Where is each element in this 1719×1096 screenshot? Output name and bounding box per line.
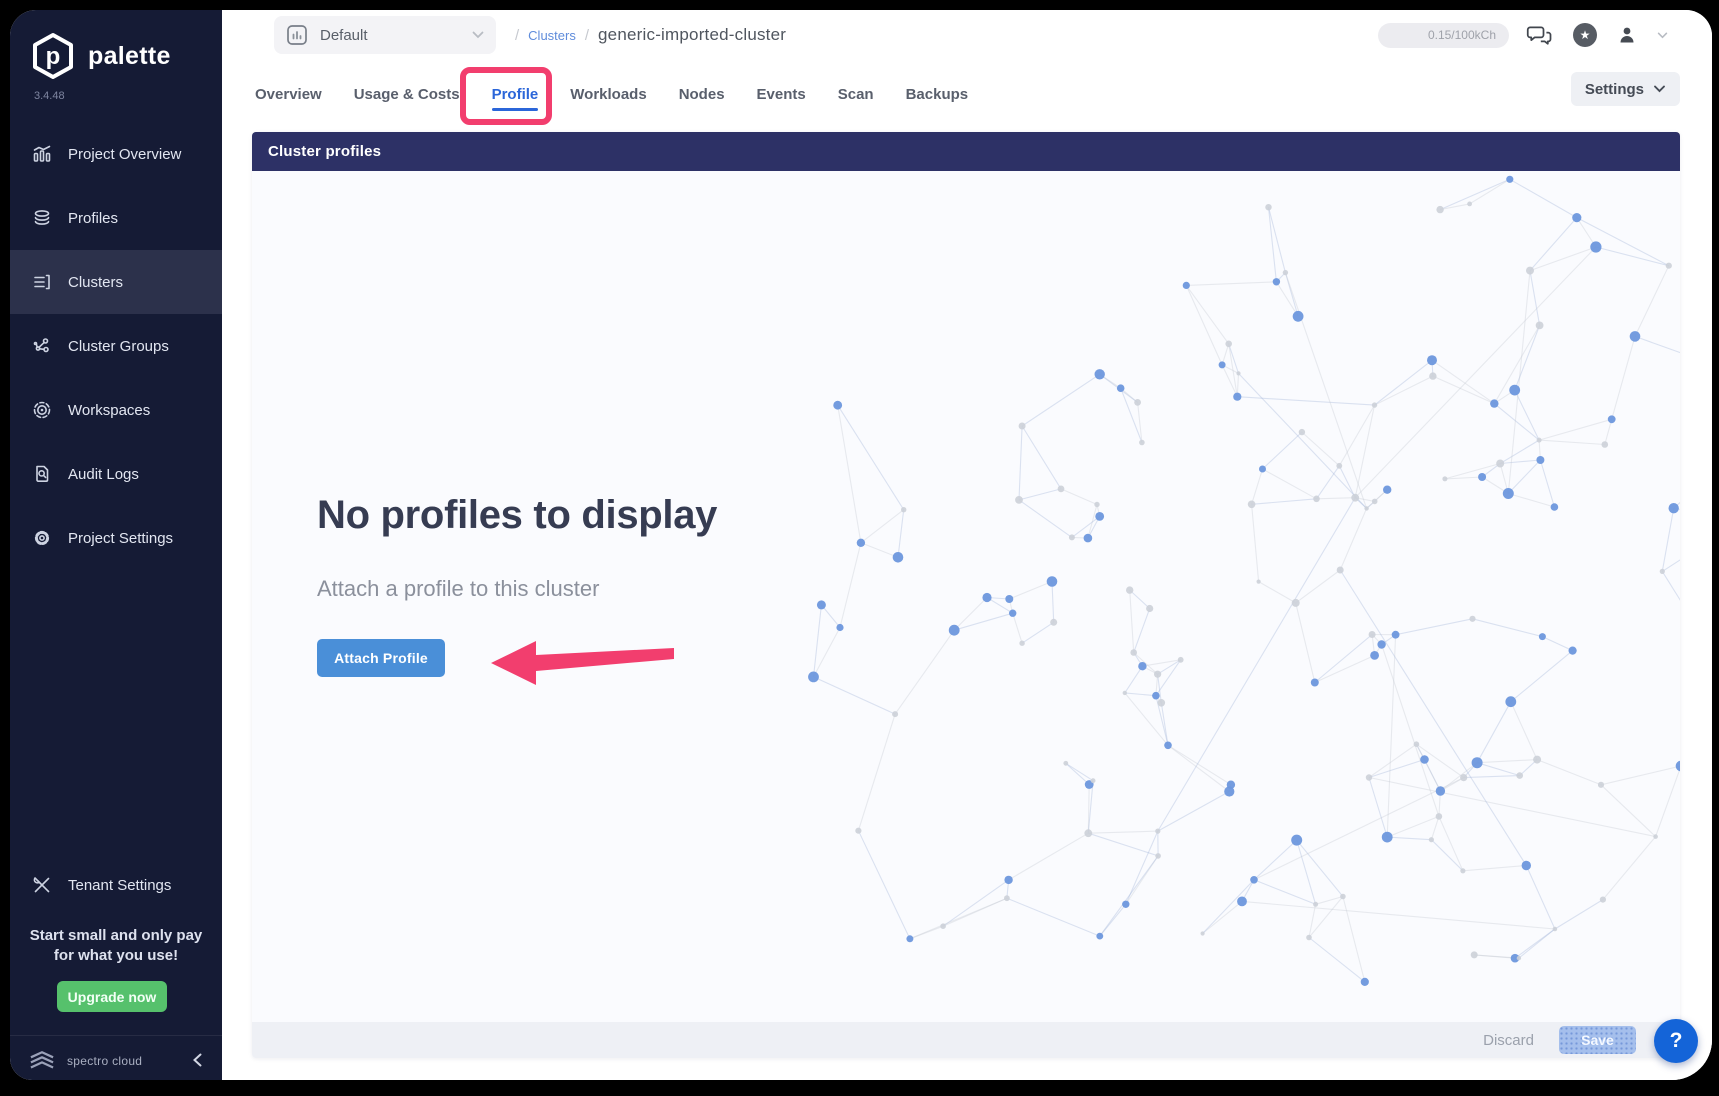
spectro-cloud-brand: spectro cloud bbox=[67, 1054, 142, 1068]
project-selector-value: Default bbox=[320, 27, 368, 44]
chevron-down-icon bbox=[1657, 32, 1668, 39]
svg-text:p: p bbox=[46, 43, 61, 70]
tab-scan[interactable]: Scan bbox=[838, 72, 874, 117]
sidebar-item-cluster-groups[interactable]: Cluster Groups bbox=[10, 314, 222, 378]
main-area: Default / Clusters / generic-imported-cl… bbox=[222, 10, 1712, 1080]
project-settings-icon bbox=[32, 528, 52, 548]
sidebar-item-label: Project Settings bbox=[68, 530, 173, 547]
cluster-tabbar: Overview Usage & Costs Profile Workloads… bbox=[222, 68, 1712, 120]
usage-pill: 0.15/100kCh bbox=[1378, 23, 1509, 48]
breadcrumb-separator: / bbox=[515, 27, 519, 44]
brand-name: palette bbox=[88, 42, 171, 71]
chat-bubbles-icon bbox=[1526, 23, 1554, 47]
topbar-right: 0.15/100kCh ★ bbox=[1378, 10, 1670, 60]
sidebar-item-label: Workspaces bbox=[68, 402, 150, 419]
sidebar-nav: Project Overview Profiles Clusters bbox=[10, 122, 222, 570]
audit-logs-icon bbox=[32, 464, 52, 484]
project-overview-icon bbox=[32, 144, 52, 164]
tab-nodes[interactable]: Nodes bbox=[679, 72, 725, 117]
sidebar-item-tenant-settings[interactable]: Tenant Settings bbox=[10, 853, 222, 917]
tab-workloads[interactable]: Workloads bbox=[570, 72, 646, 117]
sidebar-collapse-button[interactable] bbox=[189, 1049, 206, 1074]
cluster-groups-icon bbox=[32, 336, 52, 356]
sidebar-item-clusters[interactable]: Clusters bbox=[10, 250, 222, 314]
sidebar-item-audit-logs[interactable]: Audit Logs bbox=[10, 442, 222, 506]
breadcrumb: / Clusters / generic-imported-cluster bbox=[515, 10, 786, 60]
empty-state-title: No profiles to display bbox=[317, 491, 717, 539]
breadcrumb-current-cluster: generic-imported-cluster bbox=[598, 25, 786, 45]
brand-logo: p palette bbox=[30, 32, 171, 80]
sidebar-item-label: Clusters bbox=[68, 274, 123, 291]
settings-button-label: Settings bbox=[1585, 81, 1644, 98]
tab-backups[interactable]: Backups bbox=[906, 72, 969, 117]
project-selector[interactable]: Default bbox=[274, 16, 496, 54]
promo-text: Start small and only pay for what you us… bbox=[10, 926, 222, 966]
breadcrumb-separator: / bbox=[585, 27, 589, 44]
settings-button[interactable]: Settings bbox=[1571, 72, 1680, 106]
user-icon bbox=[1616, 24, 1638, 46]
panel-action-bar: Discard Save bbox=[252, 1022, 1680, 1058]
project-chart-icon bbox=[286, 24, 308, 46]
app-window: p palette 3.4.48 Project Overview Profil… bbox=[10, 10, 1712, 1080]
attach-profile-button[interactable]: Attach Profile bbox=[317, 639, 445, 677]
sidebar-item-workspaces[interactable]: Workspaces bbox=[10, 378, 222, 442]
sidebar-item-profiles[interactable]: Profiles bbox=[10, 186, 222, 250]
help-button[interactable]: ? bbox=[1654, 1019, 1698, 1063]
sidebar-item-project-overview[interactable]: Project Overview bbox=[10, 122, 222, 186]
sidebar-item-project-settings[interactable]: Project Settings bbox=[10, 506, 222, 570]
workspaces-icon bbox=[32, 400, 52, 420]
sidebar-item-label: Project Overview bbox=[68, 146, 181, 163]
breadcrumb-link-clusters[interactable]: Clusters bbox=[528, 28, 576, 43]
chevron-left-icon bbox=[193, 1053, 202, 1067]
sidebar-item-label: Cluster Groups bbox=[68, 338, 169, 355]
cluster-profiles-panel: Cluster profiles No profiles to display … bbox=[252, 132, 1680, 1058]
tab-profile[interactable]: Profile bbox=[492, 72, 539, 117]
sidebar-item-label: Audit Logs bbox=[68, 466, 139, 483]
promo-line-2: for what you use! bbox=[10, 946, 222, 966]
clusters-icon bbox=[32, 272, 52, 292]
tab-events[interactable]: Events bbox=[757, 72, 806, 117]
sidebar-footer: spectro cloud bbox=[10, 1042, 222, 1080]
upgrade-now-button[interactable]: Upgrade now bbox=[57, 981, 167, 1012]
tab-overview[interactable]: Overview bbox=[255, 72, 322, 117]
profiles-icon bbox=[32, 208, 52, 228]
user-menu-chevron-button[interactable] bbox=[1655, 30, 1670, 41]
chevron-down-icon bbox=[1653, 85, 1666, 93]
sidebar-item-label: Profiles bbox=[68, 210, 118, 227]
promo-line-1: Start small and only pay bbox=[10, 926, 222, 946]
app-version: 3.4.48 bbox=[34, 90, 65, 102]
palette-logo-icon: p bbox=[30, 32, 76, 80]
panel-header: Cluster profiles bbox=[252, 132, 1680, 171]
user-menu-button[interactable] bbox=[1614, 22, 1640, 48]
tab-usage-costs[interactable]: Usage & Costs bbox=[354, 72, 460, 117]
sidebar-item-label: Tenant Settings bbox=[68, 877, 171, 894]
chat-button[interactable] bbox=[1524, 21, 1556, 49]
chevron-down-icon bbox=[472, 31, 484, 39]
panel-body: No profiles to display Attach a profile … bbox=[252, 171, 1680, 1022]
save-button[interactable]: Save bbox=[1559, 1026, 1636, 1054]
tenant-settings-icon bbox=[32, 875, 52, 895]
spectro-cloud-logo-icon bbox=[26, 1049, 58, 1073]
screenshot-stage: p palette 3.4.48 Project Overview Profil… bbox=[0, 0, 1719, 1096]
empty-state-subtitle: Attach a profile to this cluster bbox=[317, 576, 599, 602]
sidebar-footer-divider bbox=[10, 1035, 222, 1036]
star-icon: ★ bbox=[1573, 23, 1597, 47]
whats-new-button[interactable]: ★ bbox=[1571, 21, 1599, 49]
discard-button[interactable]: Discard bbox=[1483, 1032, 1534, 1049]
sidebar: p palette 3.4.48 Project Overview Profil… bbox=[10, 10, 222, 1080]
